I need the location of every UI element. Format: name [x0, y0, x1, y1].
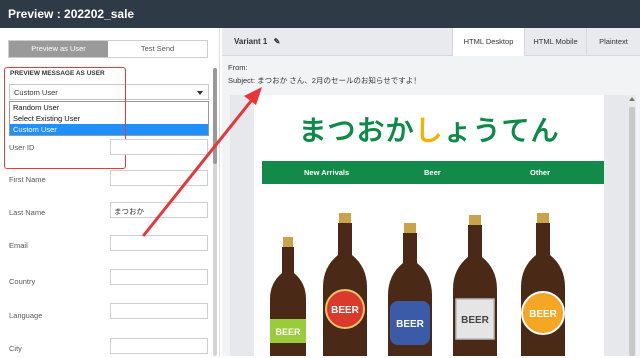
language-input[interactable] — [110, 303, 208, 319]
bottle-5-label: BEER — [529, 309, 558, 320]
tab-html-mobile[interactable]: HTML Mobile — [524, 28, 586, 56]
left-scrollbar[interactable] — [213, 68, 217, 356]
email-input[interactable] — [110, 235, 208, 251]
bottle-2: BEER — [323, 213, 367, 356]
nav-beer[interactable]: Beer — [424, 168, 441, 177]
left-scrollbar-thumb[interactable] — [213, 68, 217, 164]
email-scrollbar-thumb[interactable] — [629, 107, 635, 356]
user-id-input[interactable] — [110, 139, 208, 155]
email-scrollbar[interactable] — [628, 95, 636, 356]
left-panel: Preview as User Test Send PREVIEW MESSAG… — [0, 28, 220, 356]
preview-mode-tabs: Preview as User Test Send — [8, 40, 208, 58]
pencil-icon[interactable]: ✎ — [274, 37, 281, 46]
brand-text-accent: し — [414, 114, 444, 147]
field-label-email: Email — [9, 241, 28, 250]
field-label-city: City — [9, 344, 22, 353]
field-label-user-id: User ID — [9, 143, 35, 152]
bottle-3-label: BEER — [396, 319, 425, 330]
bottle-2-label: BEER — [331, 305, 360, 316]
last-name-input[interactable]: まつおか — [110, 202, 208, 218]
bottle-3: BEER — [388, 223, 432, 356]
tab-test-send[interactable]: Test Send — [108, 41, 207, 57]
brand-text-left: まつおか — [298, 114, 415, 147]
subject-line: Subject: まつおか さん、2月のセールのお知らせですよ！ — [228, 76, 421, 85]
nav-new-arrivals[interactable]: New Arrivals — [304, 168, 349, 177]
country-input[interactable] — [110, 269, 208, 285]
variant-title: Variant 1 ✎ — [234, 37, 280, 46]
bottle-5: BEER — [521, 213, 565, 356]
email-nav-bar: New Arrivals Beer Other — [262, 161, 604, 184]
tab-html-desktop[interactable]: HTML Desktop — [452, 28, 524, 56]
tab-preview-as-user[interactable]: Preview as User — [9, 41, 108, 57]
scroll-up-icon[interactable] — [629, 97, 635, 101]
field-label-language: Language — [9, 311, 43, 320]
window-title: Preview : 202202_sale — [0, 0, 640, 28]
tab-plaintext[interactable]: Plaintext — [586, 28, 640, 56]
bottle-1-label: BEER — [275, 327, 301, 337]
beer-bottles-image: BEER BEER BEER BEER BEER — [270, 213, 565, 356]
chevron-down-icon[interactable] — [197, 91, 203, 95]
email-preview: まつおかしょうてん New Arrivals Beer Other BEER B… — [230, 95, 628, 356]
bottle-4-label: BEER — [461, 315, 490, 326]
variant-name: Variant 1 — [234, 37, 268, 46]
first-name-input[interactable] — [110, 170, 208, 186]
highlight-box — [4, 67, 126, 169]
email-body: まつおかしょうてん New Arrivals Beer Other BEER B… — [254, 95, 604, 356]
beer-illustration: BEER BEER BEER BEER BEER — [264, 201, 604, 356]
field-label-last-name: Last Name — [9, 208, 46, 217]
brand-logo: まつおかしょうてん — [260, 109, 598, 149]
variant-toolbar: Variant 1 ✎ HTML Desktop HTML Mobile Pla… — [222, 28, 640, 56]
city-input[interactable] — [110, 338, 208, 354]
field-label-first-name: First Name — [9, 175, 46, 184]
bottle-4: BEER — [453, 215, 497, 356]
brand-text-right: ょうてん — [443, 114, 560, 147]
right-panel: Variant 1 ✎ HTML Desktop HTML Mobile Pla… — [222, 28, 640, 356]
from-line: From: — [228, 63, 248, 72]
field-label-country: Country — [9, 277, 36, 286]
bottle-1: BEER — [270, 237, 306, 356]
nav-other[interactable]: Other — [530, 168, 550, 177]
